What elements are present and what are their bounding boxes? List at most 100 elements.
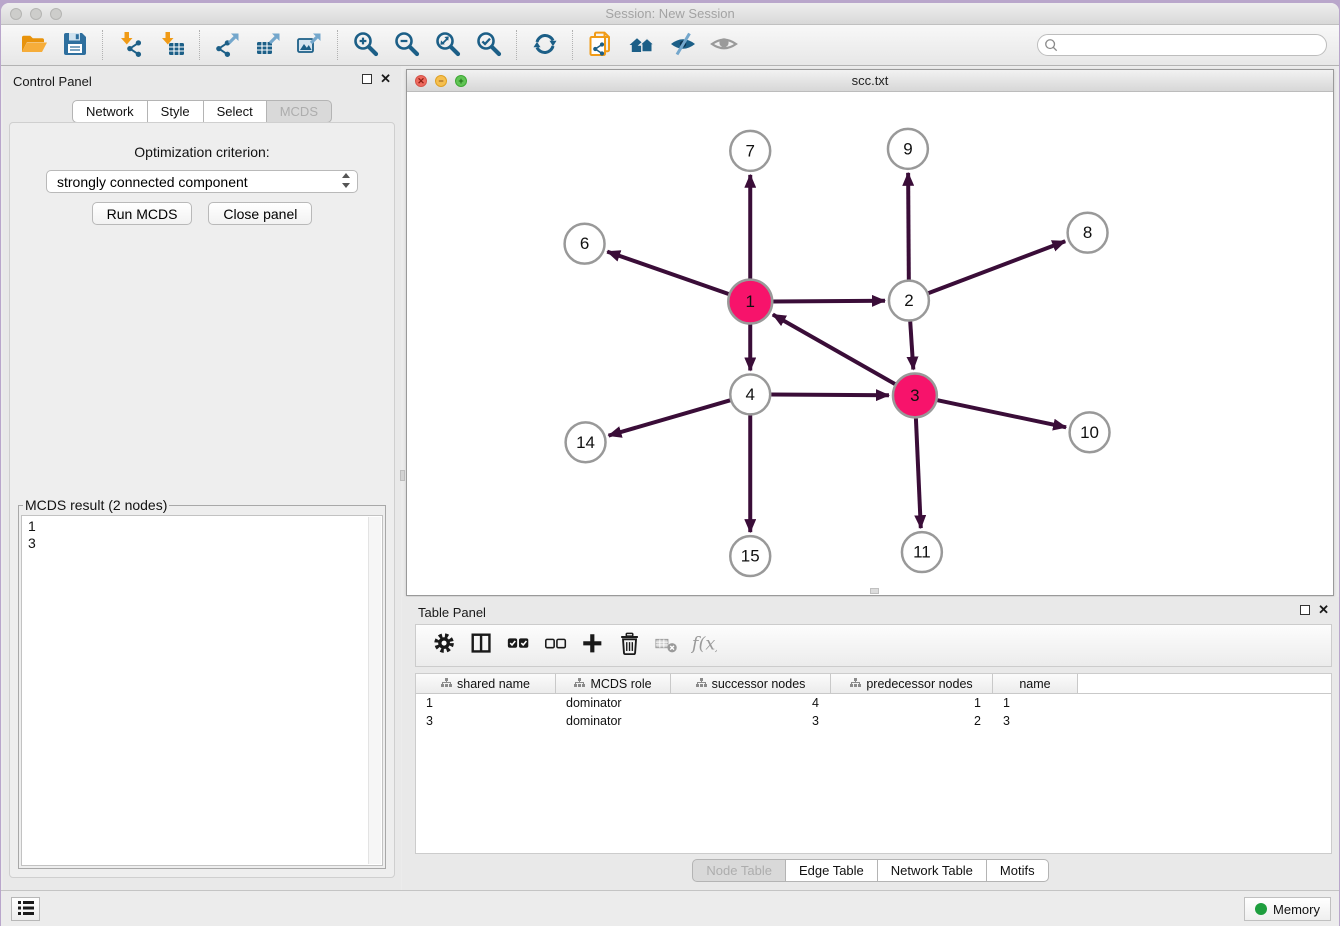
graph-edge-1-2[interactable]: [773, 301, 885, 302]
open-file-button[interactable]: [13, 27, 54, 63]
graph-node-4[interactable]: 4: [730, 374, 770, 414]
graph-edge-3-10[interactable]: [937, 400, 1066, 427]
first-neighbors-button[interactable]: [621, 27, 662, 63]
control-tab-style[interactable]: Style: [148, 100, 204, 123]
table-cell[interactable]: 4: [671, 696, 831, 712]
network-maximize-button[interactable]: +: [455, 75, 467, 87]
table-tab-edge-table[interactable]: Edge Table: [786, 859, 878, 882]
zoom-fit-icon: [434, 30, 462, 61]
table-cell[interactable]: 3: [993, 714, 1078, 730]
graph-node-8[interactable]: 8: [1068, 213, 1108, 253]
memory-button[interactable]: Memory: [1244, 897, 1331, 921]
table-tab-node-table[interactable]: Node Table: [692, 859, 786, 882]
control-tab-select[interactable]: Select: [204, 100, 267, 123]
svg-text:7: 7: [746, 141, 755, 160]
table-close-icon[interactable]: ✕: [1318, 604, 1329, 616]
search-input[interactable]: [1037, 34, 1327, 56]
table-float-icon[interactable]: [1300, 605, 1310, 615]
table-cell[interactable]: 2: [831, 714, 993, 730]
new-network-from-selection-button[interactable]: [580, 27, 621, 63]
close-panel-icon[interactable]: ✕: [380, 73, 391, 85]
split-view-button[interactable]: [463, 629, 500, 663]
column-header-name[interactable]: name: [993, 674, 1078, 693]
export-network-button[interactable]: [207, 27, 248, 63]
control-tab-mcds[interactable]: MCDS: [267, 100, 332, 123]
zoom-in-button[interactable]: [345, 27, 386, 63]
export-table-button[interactable]: [248, 27, 289, 63]
zoom-fit-button[interactable]: [427, 27, 468, 63]
export-image-icon: [296, 30, 324, 61]
graph-node-11[interactable]: 11: [902, 532, 942, 572]
title-bar: Session: New Session: [1, 3, 1339, 25]
close-window-button[interactable]: [10, 8, 22, 20]
graph-edge-3-1[interactable]: [773, 314, 895, 384]
column-header-mcds-role[interactable]: MCDS role: [556, 674, 671, 693]
graph-edge-2-3[interactable]: [910, 322, 913, 370]
table-header-row: shared nameMCDS rolesuccessor nodesprede…: [416, 674, 1331, 694]
graph-node-10[interactable]: 10: [1070, 412, 1110, 452]
table-cell[interactable]: dominator: [556, 714, 671, 730]
table-cell[interactable]: dominator: [556, 696, 671, 712]
table-cell[interactable]: 1: [831, 696, 993, 712]
graph-edge-4-3[interactable]: [771, 394, 889, 395]
run-mcds-button[interactable]: Run MCDS: [92, 202, 193, 225]
mcds-result-text[interactable]: 1 3: [21, 515, 383, 866]
zoom-out-button[interactable]: [386, 27, 427, 63]
close-panel-button[interactable]: Close panel: [208, 202, 312, 225]
add-row-button[interactable]: [574, 629, 611, 663]
graph-edge-1-6[interactable]: [607, 252, 728, 294]
graph-node-6[interactable]: 6: [565, 224, 605, 264]
mcds-result-title: MCDS result (2 nodes): [23, 497, 169, 513]
control-tab-network[interactable]: Network: [72, 100, 148, 123]
import-table-button[interactable]: [151, 27, 192, 63]
zoom-selected-button[interactable]: [468, 27, 509, 63]
svg-text:1: 1: [746, 292, 755, 311]
minimize-window-button[interactable]: [30, 8, 42, 20]
table-cell[interactable]: 3: [416, 714, 556, 730]
save-session-button[interactable]: [54, 27, 95, 63]
memory-status-icon: [1255, 903, 1267, 915]
column-header-predecessor-nodes[interactable]: predecessor nodes: [831, 674, 993, 693]
import-network-button[interactable]: [110, 27, 151, 63]
graph-node-7[interactable]: 7: [730, 131, 770, 171]
hide-selected-button[interactable]: [662, 27, 703, 63]
network-canvas[interactable]: 7 9 6 8 1 2 4 3 14 10 15 11: [407, 92, 1333, 595]
result-scrollbar[interactable]: [368, 517, 381, 864]
deselect-all-button[interactable]: [537, 629, 574, 663]
table-tab-network-table[interactable]: Network Table: [878, 859, 987, 882]
table-cell[interactable]: 3: [671, 714, 831, 730]
export-image-button[interactable]: [289, 27, 330, 63]
show-panels-button[interactable]: [11, 897, 40, 921]
table-row[interactable]: 3dominator323: [416, 714, 1331, 730]
table-row[interactable]: 1dominator411: [416, 696, 1331, 712]
table-tab-motifs[interactable]: Motifs: [987, 859, 1049, 882]
column-header-successor-nodes[interactable]: successor nodes: [671, 674, 831, 693]
delete-row-button[interactable]: [611, 629, 648, 663]
status-bar: Memory: [1, 890, 1339, 926]
select-all-button[interactable]: [500, 629, 537, 663]
splitter-grip[interactable]: [400, 470, 405, 481]
network-minimize-button[interactable]: −: [435, 75, 447, 87]
graph-node-1[interactable]: 1: [728, 280, 772, 324]
graph-edge-4-14[interactable]: [609, 400, 731, 435]
graph-node-2[interactable]: 2: [889, 281, 929, 321]
graph-node-3[interactable]: 3: [893, 373, 937, 417]
network-close-button[interactable]: ✕: [415, 75, 427, 87]
criterion-select[interactable]: strongly connected component: [46, 170, 358, 193]
table-cell[interactable]: 1: [993, 696, 1078, 712]
maximize-window-button[interactable]: [50, 8, 62, 20]
graph-edge-3-11[interactable]: [916, 418, 921, 528]
show-all-button[interactable]: [703, 27, 744, 63]
refresh-button[interactable]: [524, 27, 565, 63]
table-cell[interactable]: 1: [416, 696, 556, 712]
graph-edge-2-9[interactable]: [908, 173, 909, 280]
settings-button[interactable]: [426, 629, 463, 663]
graph-edge-2-8[interactable]: [928, 241, 1065, 293]
canvas-resize-grip[interactable]: [870, 588, 879, 594]
graph-node-9[interactable]: 9: [888, 129, 928, 169]
graph-node-15[interactable]: 15: [730, 536, 770, 576]
graph-node-14[interactable]: 14: [566, 422, 606, 462]
select-stepper-icon: [341, 173, 351, 191]
float-panel-icon[interactable]: [362, 74, 372, 84]
column-header-shared-name[interactable]: shared name: [416, 674, 556, 693]
